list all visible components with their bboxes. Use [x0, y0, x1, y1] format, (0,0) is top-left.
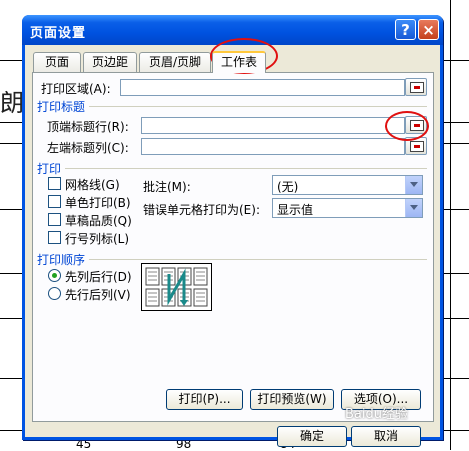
print-titles-section-label: 打印标题: [37, 100, 86, 114]
ok-button[interactable]: 确定: [277, 426, 347, 447]
cell-errors-value: 显示值: [277, 203, 314, 217]
print-button[interactable]: 打印(P)...: [166, 389, 243, 410]
page-order-preview: [141, 263, 212, 311]
black-and-white-checkbox[interactable]: [48, 195, 61, 208]
close-button[interactable]: ×: [418, 19, 439, 40]
gridlines-label: 网格线(G): [65, 178, 120, 192]
tab-sheet[interactable]: 工作表: [212, 51, 266, 73]
chevron-down-icon[interactable]: [405, 199, 422, 217]
cancel-button[interactable]: 取消: [351, 426, 421, 447]
draft-quality-label: 草稿品质(Q): [65, 214, 132, 228]
cols-repeat-input[interactable]: [141, 138, 405, 155]
down-then-over-radio[interactable]: [48, 269, 61, 282]
help-button[interactable]: ?: [395, 19, 416, 40]
comments-value: (无): [277, 180, 299, 194]
tab-header-footer[interactable]: 页眉/页脚: [139, 52, 211, 72]
rows-repeat-input[interactable]: [141, 117, 405, 134]
down-then-over-label: 先列后行(D): [65, 270, 132, 284]
sheet-title-fragment: 朗: [0, 89, 24, 117]
sheet-tab-panel: 打印区域(A): 打印标题 顶端标题行(R): 左端标题列(C): 打印 网格线…: [32, 72, 434, 422]
dialog-title: 页面设置: [30, 26, 87, 41]
print-section-label: 打印: [37, 162, 62, 176]
print-preview-button[interactable]: 打印预览(W): [250, 389, 334, 410]
page-setup-dialog: 页面设置 ? × 页面 页边距 页眉/页脚 工作表 打印区域(A): 打印标题 …: [22, 15, 443, 447]
cell-errors-label: 错误单元格打印为(E):: [143, 203, 260, 217]
over-then-down-radio[interactable]: [48, 287, 61, 300]
range-picker-icon: [410, 141, 424, 152]
dialog-body: 页面 页边距 页眉/页脚 工作表 打印区域(A): 打印标题 顶端标题行(R):…: [25, 45, 440, 447]
tab-page[interactable]: 页面: [33, 52, 81, 72]
chevron-down-icon[interactable]: [405, 176, 422, 194]
comments-select[interactable]: (无): [272, 175, 423, 195]
comments-label: 批注(M):: [143, 180, 191, 194]
print-area-input[interactable]: [120, 79, 405, 96]
page-order-diagram-icon: [145, 267, 208, 307]
print-area-label: 打印区域(A):: [41, 82, 111, 96]
annotation-ring-rows-picker: [385, 111, 429, 141]
grid-line: [450, 0, 451, 450]
cols-repeat-label: 左端标题列(C):: [47, 141, 129, 155]
print-area-picker-button[interactable]: [405, 78, 427, 96]
section-divider: [65, 168, 427, 169]
tab-margins[interactable]: 页边距: [83, 52, 137, 72]
section-divider: [89, 259, 427, 260]
black-and-white-label: 单色打印(B): [65, 196, 131, 210]
page-order-section-label: 打印顺序: [37, 253, 86, 267]
row-col-headings-checkbox[interactable]: [48, 231, 61, 244]
gridlines-checkbox[interactable]: [48, 177, 61, 190]
row-col-headings-label: 行号列标(L): [65, 232, 130, 246]
rows-repeat-label: 顶端标题行(R):: [47, 120, 129, 134]
watermark-text: Baidu经验: [345, 407, 408, 422]
over-then-down-label: 先行后列(V): [65, 288, 131, 302]
section-divider: [89, 106, 427, 107]
cell-errors-select[interactable]: 显示值: [272, 198, 423, 218]
range-picker-icon: [410, 82, 424, 93]
draft-quality-checkbox[interactable]: [48, 213, 61, 226]
